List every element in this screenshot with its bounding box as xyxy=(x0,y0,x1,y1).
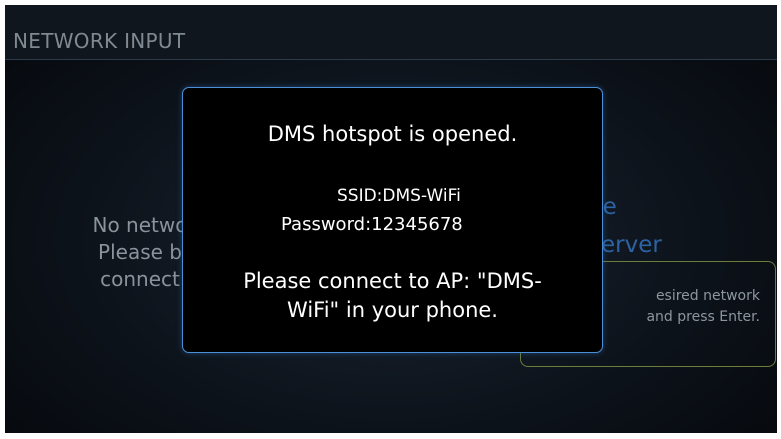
dialog-heading: DMS hotspot is opened. xyxy=(267,122,518,146)
page-title: NETWORK INPUT xyxy=(13,29,186,53)
hotspot-dialog[interactable]: DMS hotspot is opened. SSID:DMS-WiFi Pas… xyxy=(182,87,603,353)
dialog-password: Password:12345678 xyxy=(281,214,463,235)
network-input-screen: NETWORK INPUT No netwo Please b connect … xyxy=(5,5,777,433)
dialog-message-line-1: Please connect to AP: "DMS- xyxy=(243,269,542,293)
title-bar: NETWORK INPUT xyxy=(5,5,777,60)
dialog-message-line-2: WiFi" in your phone. xyxy=(287,298,498,322)
dialog-message: Please connect to AP: "DMS- WiFi" in you… xyxy=(183,267,602,325)
dialog-ssid: SSID:DMS-WiFi xyxy=(337,186,461,206)
